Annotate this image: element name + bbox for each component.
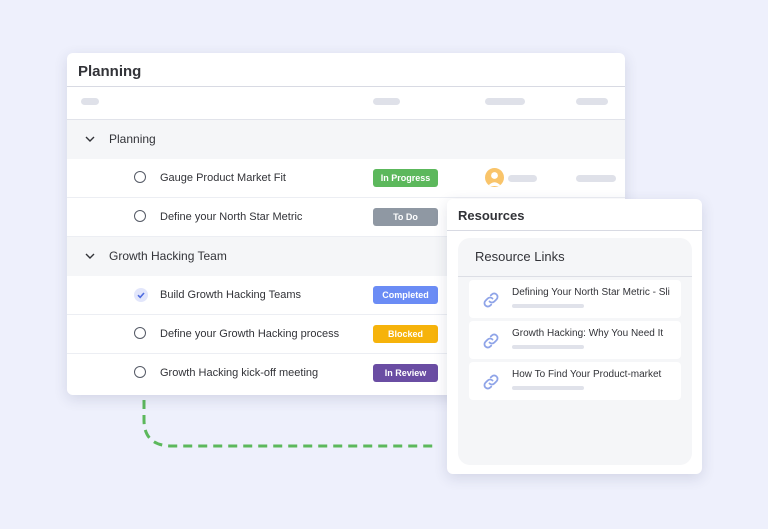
circle-icon[interactable]	[134, 327, 146, 339]
resource-links-panel: Resource Links Defining Your North Star …	[458, 238, 692, 465]
chevron-down-icon[interactable]	[85, 134, 95, 144]
title-divider	[67, 86, 625, 87]
status-badge[interactable]: Completed	[373, 286, 438, 304]
task-name: Define your North Star Metric	[160, 211, 303, 223]
link-title: Growth Hacking: Why You Need It	[512, 328, 664, 339]
group-row-planning[interactable]: Planning	[67, 120, 625, 159]
column-header-name	[81, 98, 99, 105]
group-name: Growth Hacking Team	[109, 249, 227, 263]
task-name: Build Growth Hacking Teams	[160, 289, 302, 301]
link-title: Defining Your North Star Metric - Sli	[512, 287, 670, 298]
column-header-owner	[485, 98, 525, 105]
resources-panel: Resources Resource Links Defining Your N…	[447, 199, 702, 474]
task-name: Growth Hacking kick-off meeting	[160, 367, 319, 379]
link-icon	[483, 292, 499, 308]
circle-icon[interactable]	[134, 210, 146, 222]
task-name: Gauge Product Market Fit	[160, 172, 286, 184]
status-badge[interactable]: In Review	[373, 364, 438, 382]
chevron-down-icon[interactable]	[85, 251, 95, 261]
check-circle-icon[interactable]	[134, 288, 148, 302]
circle-icon[interactable]	[134, 171, 146, 183]
circle-icon[interactable]	[134, 366, 146, 378]
task-row[interactable]: Gauge Product Market Fit In Progress	[67, 159, 625, 198]
avatar[interactable]	[485, 168, 504, 187]
link-title: How To Find Your Product-market	[512, 369, 662, 380]
resource-link[interactable]: Growth Hacking: Why You Need It	[469, 321, 681, 359]
status-badge[interactable]: Blocked	[373, 325, 438, 343]
column-header-status	[373, 98, 400, 105]
column-header-date	[576, 98, 608, 105]
group-name: Planning	[109, 132, 156, 146]
resource-link[interactable]: How To Find Your Product-market	[469, 362, 681, 400]
panel-divider	[458, 276, 692, 277]
resource-link[interactable]: Defining Your North Star Metric - Sli	[469, 280, 681, 318]
board-title: Planning	[78, 63, 142, 80]
link-subtitle-placeholder	[512, 304, 584, 308]
link-subtitle-placeholder	[512, 345, 584, 349]
status-badge[interactable]: In Progress	[373, 169, 438, 187]
date-placeholder	[576, 175, 616, 182]
link-icon	[483, 374, 499, 390]
link-subtitle-placeholder	[512, 386, 584, 390]
resources-title: Resources	[458, 208, 525, 223]
link-icon	[483, 333, 499, 349]
resource-links-title: Resource Links	[475, 249, 565, 264]
task-name: Define your Growth Hacking process	[160, 328, 340, 340]
status-badge[interactable]: To Do	[373, 208, 438, 226]
owner-name-placeholder	[508, 175, 537, 182]
title-divider	[447, 230, 702, 231]
